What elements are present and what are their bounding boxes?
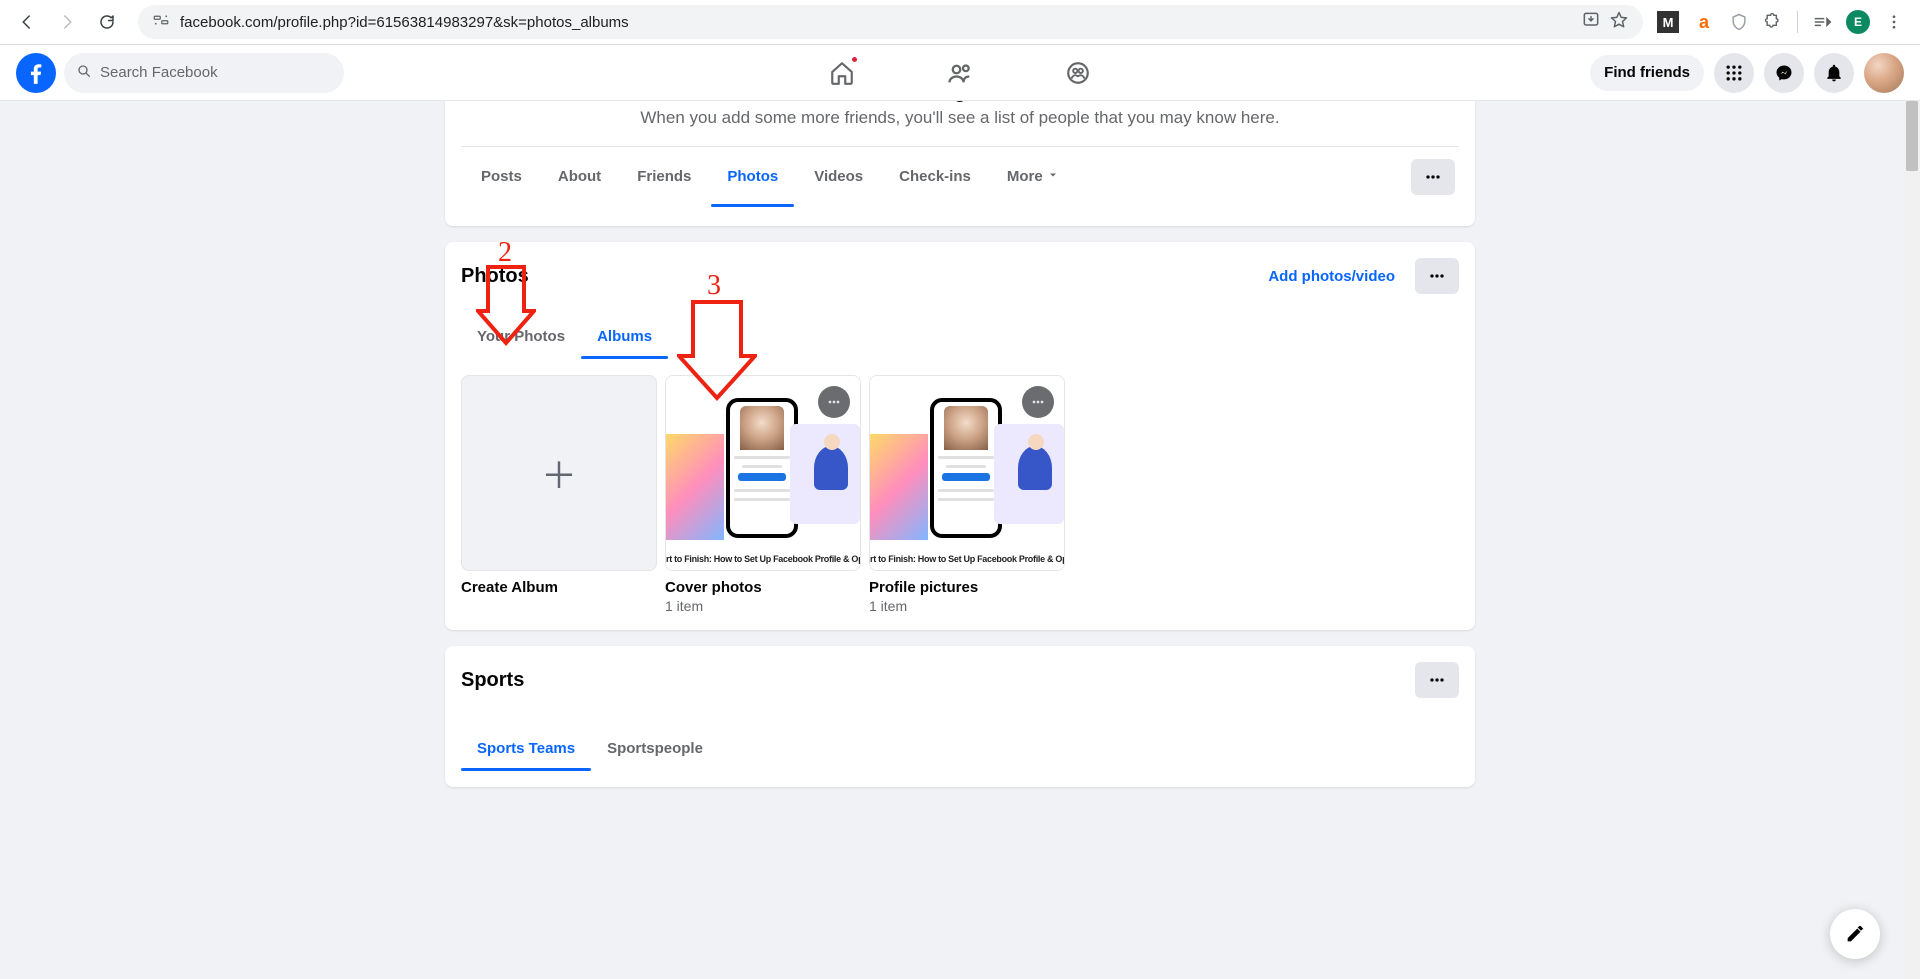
chrome-menu-icon[interactable] (1884, 12, 1904, 32)
tab-friends[interactable]: Friends (621, 147, 707, 207)
album-options-button[interactable] (818, 386, 850, 418)
menu-grid-button[interactable] (1714, 53, 1754, 93)
profile-tabs: Posts About Friends Photos Videos Check-… (461, 146, 1459, 206)
chevron-down-icon (1047, 168, 1059, 185)
site-info-icon[interactable] (152, 11, 170, 33)
recommendations-subtitle: When you add some more friends, you'll s… (461, 108, 1459, 128)
plus-icon: ＋ (541, 447, 577, 499)
photos-subtabs: Your Photos Albums (461, 314, 1459, 359)
tab-checkins[interactable]: Check-ins (883, 147, 987, 207)
groups-tab[interactable] (1023, 49, 1133, 97)
find-friends-button[interactable]: Find friends (1590, 55, 1704, 91)
compose-fab[interactable] (1830, 909, 1880, 959)
tab-posts[interactable]: Posts (465, 147, 538, 207)
subtab-sports-teams[interactable]: Sports Teams (461, 726, 591, 771)
search-input[interactable]: Search Facebook (64, 53, 344, 93)
home-tab[interactable] (787, 49, 897, 97)
recommendations-card: Add more friends to get recommendations … (445, 101, 1475, 226)
center-nav (787, 49, 1133, 97)
photos-card: Photos Add photos/video Your Photos Albu… (445, 242, 1475, 630)
search-icon (76, 63, 92, 83)
sports-more-button[interactable] (1415, 662, 1459, 698)
scrollbar-thumb[interactable] (1906, 101, 1918, 171)
sports-card: Sports Sports Teams Sportspeople (445, 646, 1475, 787)
back-button[interactable] (10, 5, 44, 39)
album-cover-photos[interactable]: rt to Finish: How to Set Up Facebook Pro… (665, 375, 861, 614)
profile-tabs-more-button[interactable] (1411, 159, 1455, 195)
tab-videos[interactable]: Videos (798, 147, 879, 207)
subtab-albums[interactable]: Albums (581, 314, 668, 359)
notification-dot-icon (850, 55, 859, 64)
extension-m-icon[interactable]: M (1657, 11, 1679, 33)
bookmark-star-icon[interactable] (1609, 10, 1629, 34)
profile-avatar[interactable] (1864, 53, 1904, 93)
extension-a-icon[interactable]: a (1693, 11, 1715, 33)
messenger-button[interactable] (1764, 53, 1804, 93)
albums-grid: ＋ Create Album rt to Finish: How to Set … (461, 375, 1459, 614)
scrollbar[interactable]: ▲ (1904, 101, 1920, 979)
create-album-tile[interactable]: ＋ Create Album (461, 375, 657, 614)
extension-shield-icon[interactable] (1729, 12, 1749, 32)
install-app-icon[interactable] (1581, 10, 1601, 34)
header-right: Find friends (1590, 53, 1904, 93)
extensions-puzzle-icon[interactable] (1763, 12, 1783, 32)
extensions-area: M a E (1657, 10, 1910, 34)
search-placeholder: Search Facebook (100, 64, 218, 81)
recommendations-title: Add more friends to get recommendations (461, 101, 1459, 104)
browser-toolbar: facebook.com/profile.php?id=615638149832… (0, 0, 1920, 45)
tab-about[interactable]: About (542, 147, 617, 207)
reload-button[interactable] (90, 5, 124, 39)
address-bar[interactable]: facebook.com/profile.php?id=615638149832… (138, 5, 1643, 39)
subtab-sportspeople[interactable]: Sportspeople (591, 726, 719, 771)
page-body: Add more friends to get recommendations … (0, 101, 1920, 979)
add-photos-link[interactable]: Add photos/video (1260, 260, 1403, 293)
facebook-header: Search Facebook Find friends (0, 45, 1920, 101)
album-profile-pictures[interactable]: rt to Finish: How to Set Up Facebook Pro… (869, 375, 1065, 614)
facebook-logo[interactable] (16, 53, 56, 93)
album-options-button[interactable] (1022, 386, 1054, 418)
notifications-button[interactable] (1814, 53, 1854, 93)
separator (1797, 11, 1798, 33)
tab-photos[interactable]: Photos (711, 147, 794, 207)
forward-button[interactable] (50, 5, 84, 39)
friends-tab[interactable] (905, 49, 1015, 97)
photos-more-button[interactable] (1415, 258, 1459, 294)
chrome-profile-avatar[interactable]: E (1846, 10, 1870, 34)
tab-more[interactable]: More (991, 147, 1075, 207)
sports-title: Sports (461, 669, 524, 692)
sports-subtabs: Sports Teams Sportspeople (461, 726, 1459, 771)
url-text: facebook.com/profile.php?id=615638149832… (180, 14, 629, 31)
media-control-icon[interactable] (1812, 12, 1832, 32)
